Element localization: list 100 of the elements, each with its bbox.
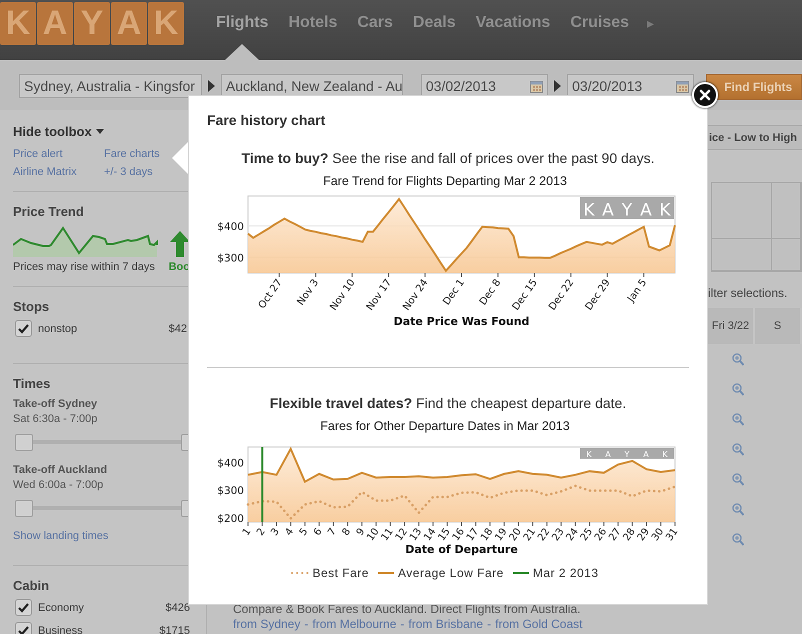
option-label: nonstop: [38, 322, 78, 334]
footer-link[interactable]: from Brisbane: [408, 617, 484, 632]
chart-logo-letter: K: [659, 200, 671, 220]
axis-tick-label: 18: [479, 526, 496, 544]
axis-tick-label: 7: [326, 526, 339, 538]
chart-logo-letter: K: [583, 200, 595, 220]
axis-tick-label: 12: [394, 526, 410, 544]
axis-tick-label: $400: [217, 220, 244, 233]
more-button[interactable]: ▸: [639, 0, 662, 60]
axis-tick-label: 2: [255, 526, 268, 538]
axis-tick-label: 27: [607, 526, 624, 544]
nav-tab[interactable]: Vacations: [466, 0, 560, 60]
axis-tick-label: 21: [522, 526, 538, 544]
footer-link[interactable]: from Melbourne: [312, 617, 396, 632]
logo-tile[interactable]: K: [148, 2, 184, 45]
axis-tick-label: 9: [354, 526, 368, 538]
axis-tick-label: Jan 5: [626, 277, 650, 304]
column-header[interactable]: S: [755, 308, 802, 344]
axis-tick-label: 16: [450, 526, 467, 544]
chart-logo-letter: K: [586, 450, 592, 460]
popup-title: Fare history chart: [207, 112, 326, 128]
logo-tile[interactable]: Y: [74, 2, 110, 45]
axis-tick-label: 1: [240, 526, 254, 538]
link-separator: -: [400, 617, 404, 632]
axis-tick-label: 28: [621, 526, 638, 544]
range-value: Wed 6:00a - 7:00p: [13, 479, 104, 491]
nav-tab[interactable]: Cruises: [560, 0, 640, 60]
option-label: Business: [38, 624, 83, 634]
nav-tab[interactable]: Hotels: [278, 0, 348, 60]
toolbox-toggle[interactable]: Hide toolbox: [13, 124, 92, 139]
axis-tick-label: 8: [340, 526, 354, 538]
axis-tick-label: 15: [436, 526, 453, 544]
legend-label: Mar 2 2013: [532, 566, 599, 580]
toolbox-link[interactable]: Price alert: [13, 148, 104, 160]
chart-logo-letter: Y: [624, 450, 630, 460]
chart-logo-letter: A: [640, 200, 652, 220]
footer-link[interactable]: from Sydney: [233, 617, 300, 632]
link-separator: -: [304, 617, 308, 632]
filter-notice: ilter selections.: [708, 286, 788, 300]
logo-tile[interactable]: A: [37, 2, 73, 45]
date-value: 03/02/2013: [426, 78, 496, 94]
axis-tick-label: $300: [217, 485, 244, 498]
legend-label: Best Fare: [312, 566, 369, 580]
chart-logo-letter: A: [602, 200, 614, 220]
option-price: $1715: [159, 624, 190, 634]
chart-title: Fare Trend for Flights Departing Mar 2 2013: [322, 174, 568, 188]
trend-note: Prices may rise within 7 days: [13, 261, 155, 273]
option-price: $426: [166, 602, 190, 614]
axis-title: Date Price Was Found: [394, 315, 530, 328]
axis-tick-label: $200: [217, 512, 244, 525]
axis-tick-label: 29: [636, 526, 652, 544]
option-price: $42: [168, 322, 187, 334]
axis-tick-label: 3: [269, 526, 282, 538]
sort-bar[interactable]: ice - Low to High: [708, 125, 802, 150]
axis-tick-label: 23: [550, 526, 567, 544]
axis-tick-label: 30: [650, 526, 666, 544]
axis-tick-label: 4: [284, 526, 296, 538]
axis-tick-label: 22: [536, 526, 552, 544]
section-title: Times: [13, 376, 52, 391]
axis-tick-label: 17: [464, 526, 482, 544]
toolbox-link[interactable]: Airline Matrix: [13, 166, 104, 178]
range-label: Take-off Auckland: [13, 464, 108, 476]
axis-tick-label: 20: [508, 526, 524, 544]
axis-tick-label: Oct 27: [256, 277, 285, 311]
option-label: Economy: [38, 602, 84, 614]
chart-logo-letter: Y: [622, 200, 632, 220]
logo-tile[interactable]: A: [111, 2, 147, 45]
axis-tick-label: 13: [408, 526, 424, 544]
date-value: 03/20/2013: [572, 78, 642, 94]
axis-tick-label: 14: [422, 526, 438, 544]
origin-field[interactable]: Sydney, Australia - Kingsfor: [19, 74, 202, 98]
axis-tick-label: 26: [592, 526, 610, 544]
range-value: Sat 6:30a - 7:00p: [13, 413, 98, 425]
axis-tick-label: 25: [578, 526, 596, 544]
axis-tick-label: 31: [664, 526, 680, 544]
section-title: Price Trend: [13, 204, 85, 219]
chart-intro: Time to buy? See the rise and fall of prices over the past 90 days.: [240, 150, 656, 166]
find-flights-button[interactable]: Find Flights: [706, 74, 802, 100]
range-label: Take-off Sydney: [13, 398, 98, 410]
axis-tick-label: 24: [564, 526, 581, 544]
nav-tab[interactable]: Cars: [347, 0, 403, 60]
footer-text: Compare & Book Fares to Auckland. Direct Flights from Australia.: [233, 602, 582, 617]
section-title: Stops: [13, 299, 50, 314]
axis-tick-label: 19: [493, 526, 510, 544]
axis-tick-label: 10: [365, 526, 382, 544]
axis-tick-label: 5: [298, 526, 310, 538]
link-separator: -: [487, 617, 492, 632]
section-title: Cabin: [13, 578, 50, 593]
chart-logo-letter: A: [605, 450, 611, 460]
chart-title: Fares for Other Departure Dates in Mar 2013: [319, 419, 571, 433]
chart-intro: Flexible travel dates? Find the cheapest departure date.: [268, 395, 628, 411]
axis-tick-label: 11: [379, 526, 396, 544]
nav-tab[interactable]: Flights: [206, 0, 278, 60]
logo-tile[interactable]: K: [0, 2, 36, 45]
nav-tab[interactable]: Deals: [402, 0, 466, 60]
chart-logo-letter: A: [643, 450, 649, 460]
footer-link[interactable]: from Gold Coast: [495, 617, 582, 632]
axis-title: Date of Departure: [405, 543, 518, 556]
legend-label: Average Low Fare: [398, 566, 504, 580]
show-landing-times-link[interactable]: Show landing times: [13, 530, 190, 542]
